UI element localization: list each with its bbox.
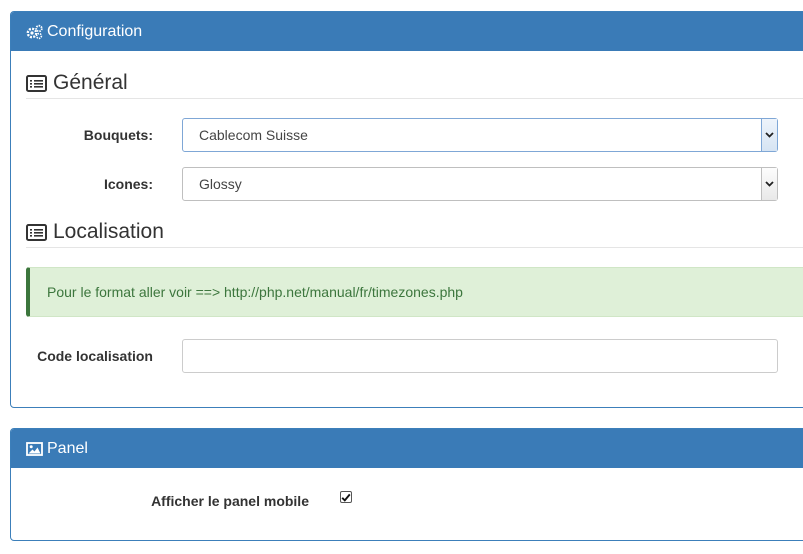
timezone-info-text: Pour le format aller voir ==> http://php… (47, 284, 463, 300)
icones-value: Glossy (199, 176, 242, 192)
bouquets-value: Cablecom Suisse (199, 127, 308, 143)
chevron-down-icon[interactable] (761, 119, 777, 151)
panel-mobile-label: Afficher le panel mobile (151, 493, 309, 509)
panel-heading: Panel (11, 429, 803, 468)
configuration-heading: Configuration (11, 12, 803, 51)
icones-select[interactable]: Glossy (182, 167, 778, 201)
icones-label: Icones: (103, 176, 153, 192)
checkmark-icon (341, 493, 351, 502)
list-alt-icon (26, 74, 47, 92)
configuration-title: Configuration (47, 22, 143, 40)
bouquets-label: Bouquets: (83, 127, 153, 143)
code-localisation-label: Code localisation (37, 348, 153, 364)
configuration-panel: Configuration Général Bouquets: Cablecom… (10, 11, 803, 408)
general-legend-title: Général (53, 71, 128, 94)
picture-icon (26, 441, 43, 456)
gears-icon (26, 24, 43, 40)
panel-panel: Panel Afficher le panel mobile (10, 428, 803, 541)
localisation-legend: Localisation (26, 217, 803, 248)
code-localisation-input[interactable] (182, 339, 778, 373)
timezone-info-alert: Pour le format aller voir ==> http://php… (26, 267, 803, 317)
localisation-legend-title: Localisation (53, 220, 164, 243)
panel-title: Panel (47, 439, 88, 457)
general-legend: Général (26, 68, 803, 99)
bouquets-select[interactable]: Cablecom Suisse (182, 118, 778, 152)
chevron-down-icon[interactable] (761, 168, 777, 200)
list-alt-icon (26, 223, 47, 241)
panel-mobile-checkbox[interactable] (340, 491, 352, 503)
